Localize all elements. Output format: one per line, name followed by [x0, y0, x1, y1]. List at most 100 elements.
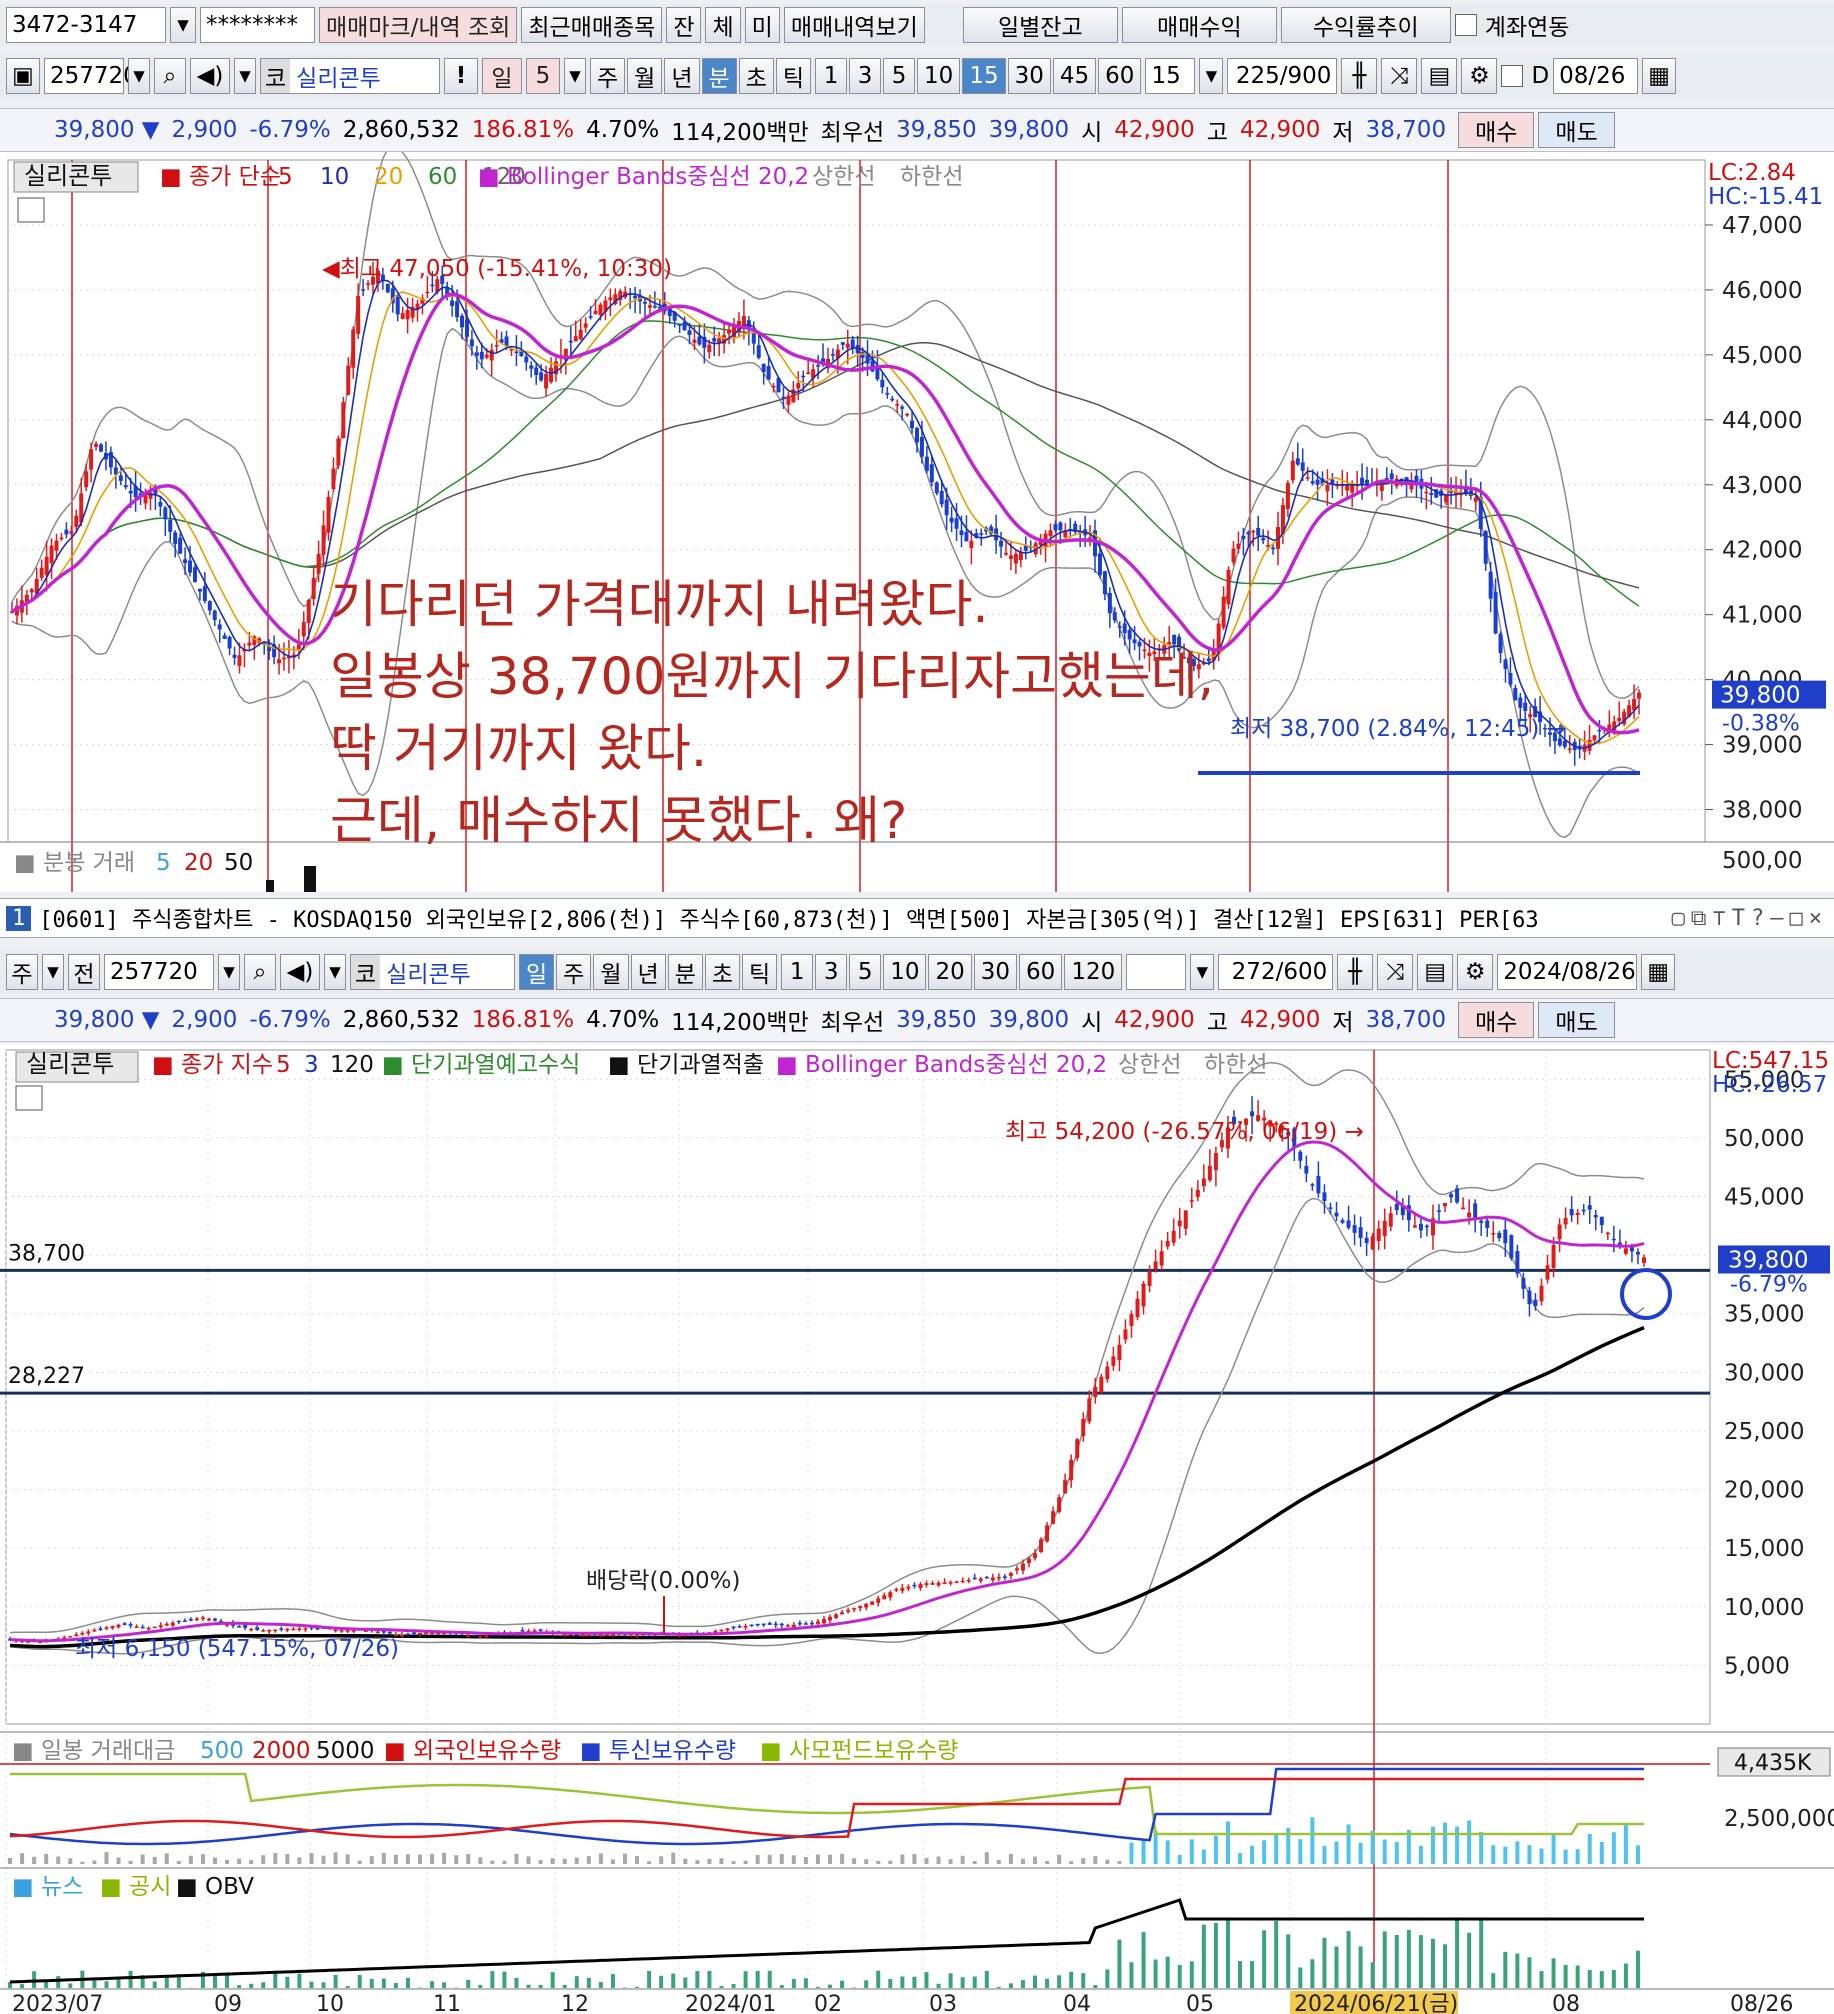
candle [188, 560, 193, 573]
turnover-bar [1225, 1821, 1230, 1864]
period-tab-2-1[interactable]: 주 [556, 954, 592, 990]
period-tab-4[interactable]: 초 [738, 58, 774, 94]
save-icon[interactable]: ▤ [1417, 954, 1454, 990]
period-tab-2-2[interactable]: 월 [593, 954, 629, 990]
password-field[interactable]: ******** [200, 7, 315, 43]
line-type-icon[interactable]: ⤨ [1377, 954, 1414, 990]
obv-bar [466, 1979, 471, 1988]
interval-count[interactable]: 15 [1145, 58, 1196, 94]
period-tab-5[interactable]: 틱 [775, 58, 812, 94]
date-field-2[interactable]: 2024/08/26 [1497, 954, 1638, 990]
interval-button-2-7[interactable]: 120 [1064, 954, 1123, 990]
count-dropdown-2[interactable]: ▾ [1190, 954, 1215, 990]
stock-name-field[interactable]: 코 실리콘투 [260, 58, 440, 94]
period-tab-2-6[interactable]: 틱 [742, 954, 778, 990]
line-type-icon[interactable]: ⤨ [1381, 58, 1418, 94]
candle [539, 372, 544, 381]
speaker-dropdown[interactable]: ▾ [234, 58, 256, 94]
date-field[interactable]: 08/26 [1553, 58, 1639, 94]
candle [850, 339, 855, 349]
high-label: 고 [1206, 1010, 1228, 1036]
count-dropdown[interactable]: ▾ [1199, 58, 1224, 94]
warning-button[interactable]: ! [444, 58, 478, 94]
candle [123, 485, 128, 488]
range-value: 225 [1235, 63, 1280, 89]
interval-button-2-0[interactable]: 1 [781, 954, 814, 990]
trade-profit-button[interactable]: 매매수익 [1121, 7, 1277, 43]
interval-button-2-1[interactable]: 3 [815, 954, 848, 990]
search-icon[interactable]: ⌕ [154, 58, 186, 94]
tab-dropdown[interactable]: ▾ [42, 954, 64, 990]
account-link-checkbox[interactable] [1454, 14, 1477, 36]
period-tab-2-0[interactable]: 일 [519, 954, 555, 990]
unfilled-button[interactable]: 미 [744, 7, 780, 43]
interval-button-2-3[interactable]: 10 [883, 954, 927, 990]
interval-button-2-2[interactable]: 5 [849, 954, 882, 990]
stock-code-input[interactable]: 257720 [44, 58, 138, 94]
interval-button-2[interactable]: 5 [883, 58, 916, 94]
balance-button[interactable]: 잔 [666, 7, 702, 43]
candle [405, 1633, 410, 1636]
interval-button-1[interactable]: 3 [849, 58, 882, 94]
speaker-icon[interactable]: ◀) [280, 954, 320, 990]
code-dropdown-2[interactable]: ▾ [218, 954, 240, 990]
speaker-dropdown-2[interactable]: ▾ [324, 954, 346, 990]
filled-button[interactable]: 체 [705, 7, 741, 43]
interval-button-6[interactable]: 45 [1052, 58, 1097, 94]
window-controls-icon[interactable]: ▢⧉⊤T?‒□× [1672, 906, 1828, 931]
period-value[interactable]: 5 [526, 58, 560, 94]
speaker-icon[interactable]: ◀) [190, 58, 230, 94]
interval-button-3[interactable]: 10 [917, 58, 961, 94]
candle-type-icon[interactable]: ╫ [1337, 954, 1374, 990]
tab-week-button[interactable]: 주 [6, 954, 38, 990]
period-tab-2-5[interactable]: 초 [704, 954, 741, 990]
period-tab-1[interactable]: 월 [627, 58, 663, 94]
trade-mark-button[interactable]: 매매마크/내역 조회 [319, 7, 518, 43]
sell-button[interactable]: 매도 [1538, 1002, 1615, 1038]
tab-all-button[interactable]: 전 [68, 954, 100, 990]
period-tab-2[interactable]: 년 [664, 58, 700, 94]
calendar-icon[interactable]: ▦ [1641, 954, 1676, 990]
daily-balance-button[interactable]: 일별잔고 [962, 7, 1118, 43]
interval-button-0[interactable]: 1 [815, 58, 848, 94]
interval-count-2[interactable] [1126, 954, 1187, 990]
period-tab-2-4[interactable]: 분 [667, 954, 703, 990]
code-dropdown[interactable]: ▾ [128, 58, 150, 94]
period-dropdown[interactable]: ▾ [564, 58, 586, 94]
buy-button[interactable]: 매수 [1458, 112, 1535, 148]
save-icon[interactable]: ▤ [1421, 58, 1458, 94]
period-tab-0[interactable]: 주 [590, 58, 626, 94]
gear-icon[interactable]: ⚙ [1461, 58, 1498, 94]
interval-button-4[interactable]: 15 [962, 58, 1006, 94]
daily-chart[interactable]: 5,000 10,000 15,000 20,000 25,000 30,000 35,00… [0, 1044, 1834, 2014]
period-tab-3[interactable]: 분 [701, 58, 737, 94]
candle-type-icon[interactable]: ╫ [1341, 58, 1378, 94]
gear-icon[interactable]: ⚙ [1457, 954, 1494, 990]
obv-bar [1057, 1975, 1062, 1988]
lc-label: LC:2.84 [1708, 160, 1796, 186]
account-field[interactable]: 3472-3147 [6, 7, 166, 43]
layout-icon[interactable]: ▣ [6, 58, 40, 94]
buy-button[interactable]: 매수 [1458, 1002, 1535, 1038]
interval-button-5[interactable]: 30 [1007, 58, 1051, 94]
interval-button-2-4[interactable]: 20 [928, 954, 972, 990]
interval-button-2-5[interactable]: 30 [973, 954, 1018, 990]
recent-trades-button[interactable]: 최근매매종목 [521, 7, 663, 43]
search-icon[interactable]: ⌕ [244, 954, 276, 990]
range-field[interactable]: 225/900 [1227, 58, 1338, 94]
calendar-icon[interactable]: ▦ [1642, 58, 1677, 94]
account-dropdown[interactable]: ▾ [170, 7, 196, 43]
period-tab-2-3[interactable]: 년 [630, 954, 666, 990]
return-trend-button[interactable]: 수익률추이 [1280, 7, 1451, 43]
market-badge: 코 [261, 59, 291, 93]
period-day-button[interactable]: 일 [482, 58, 522, 94]
turnover-bar [393, 1854, 398, 1864]
trade-history-button[interactable]: 매매내역보기 [783, 7, 925, 43]
d-checkbox[interactable] [1501, 65, 1524, 87]
stock-name-field-2[interactable]: 코 실리콘투 [350, 954, 515, 990]
range-field-2[interactable]: 272/600 [1218, 954, 1334, 990]
interval-button-7[interactable]: 60 [1098, 58, 1142, 94]
sell-button[interactable]: 매도 [1538, 112, 1615, 148]
stock-code-input-2[interactable]: 257720 [104, 954, 214, 990]
interval-button-2-6[interactable]: 60 [1019, 954, 1063, 990]
